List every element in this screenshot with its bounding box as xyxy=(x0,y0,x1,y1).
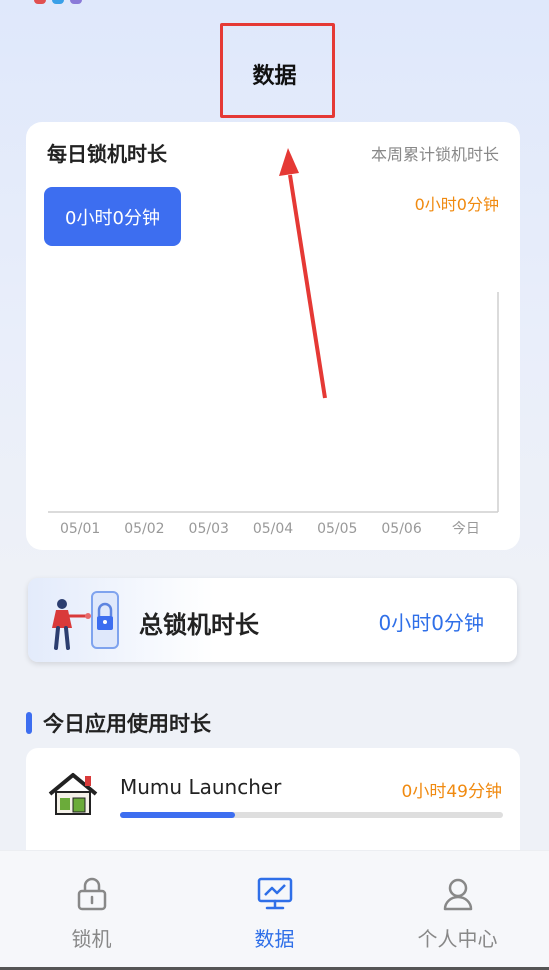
tab-lock-label: 锁机 xyxy=(71,927,112,951)
chart-x-tick-label: 今日 xyxy=(452,521,480,537)
tab-data-label: 数据 xyxy=(254,927,295,951)
tab-profile-label: 个人中心 xyxy=(417,927,498,951)
app-duration: 0小时49分钟 xyxy=(401,782,502,802)
tab-data[interactable]: 数据 xyxy=(183,851,366,969)
notification-icon xyxy=(52,0,64,4)
app-usage-section-header: 今日应用使用时长 xyxy=(26,708,211,738)
chart-x-tick-label: 05/02 xyxy=(124,521,164,537)
status-bar-icons xyxy=(34,0,82,4)
annotation-highlight-box xyxy=(220,23,335,118)
daily-lock-chart: 05/01 05/02 05/03 05/04 05/05 05/06 今日 xyxy=(48,292,499,537)
today-lock-duration[interactable]: 0小时0分钟 xyxy=(44,187,181,246)
bottom-tab-bar: 锁机 数据 个人中心 xyxy=(0,850,549,968)
daily-lock-card: 每日锁机时长 本周累计锁机时长 0小时0分钟 0小时0分钟 05/01 05/02… xyxy=(26,122,520,550)
daily-lock-title: 每日锁机时长 xyxy=(47,142,167,166)
total-lock-card[interactable]: 总锁机时长 0小时0分钟 xyxy=(28,578,517,662)
section-accent-bar xyxy=(26,712,32,734)
weekly-total-value: 0小时0分钟 xyxy=(414,195,499,214)
notification-icon xyxy=(70,0,82,4)
weekly-total-label: 本周累计锁机时长 xyxy=(370,145,499,164)
tab-profile[interactable]: 个人中心 xyxy=(366,851,549,969)
chart-x-tick-label: 05/03 xyxy=(189,521,229,537)
total-lock-value: 0小时0分钟 xyxy=(378,611,484,635)
chart-x-tick-label: 05/04 xyxy=(253,521,293,537)
usage-progress-fill xyxy=(120,812,235,818)
chart-x-tick-label: 05/06 xyxy=(381,521,421,537)
usage-progress-bar xyxy=(120,812,503,818)
total-lock-label: 总锁机时长 xyxy=(139,611,259,639)
chart-monitor-icon xyxy=(257,877,292,910)
house-app-icon xyxy=(48,773,98,815)
lock-icon xyxy=(77,877,106,911)
app-usage-title: 今日应用使用时长 xyxy=(43,712,211,736)
tab-lock[interactable]: 锁机 xyxy=(0,851,183,969)
lock-illustration-icon xyxy=(52,591,119,650)
notification-icon xyxy=(34,0,46,4)
user-icon xyxy=(443,878,472,911)
chart-x-tick-label: 05/01 xyxy=(60,521,100,537)
chart-x-tick-label: 05/05 xyxy=(317,521,357,537)
app-name: Mumu Launcher xyxy=(120,775,282,799)
